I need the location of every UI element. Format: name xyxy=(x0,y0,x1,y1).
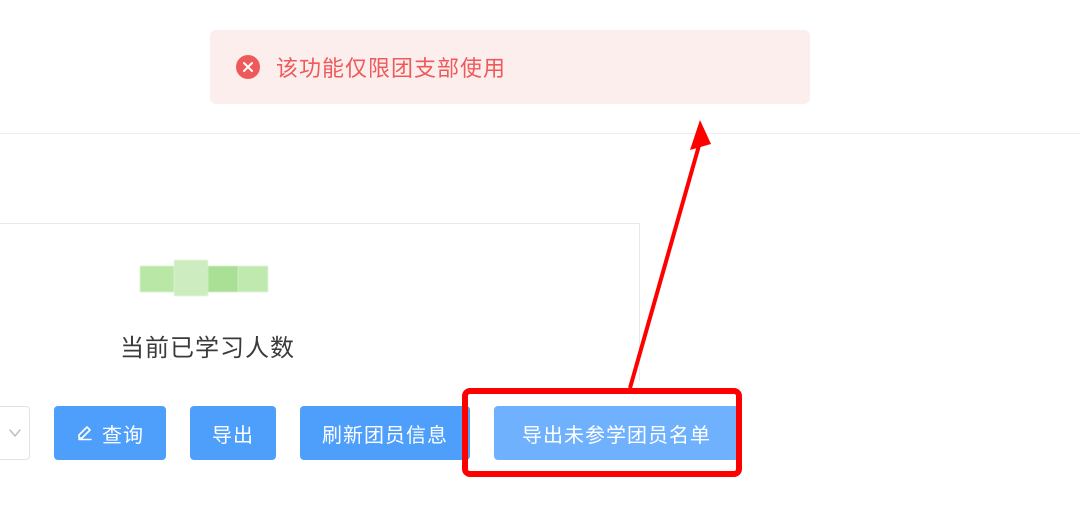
chevron-down-icon xyxy=(8,426,22,440)
stat-value-blurred xyxy=(140,260,270,300)
error-icon xyxy=(236,55,260,79)
card-border-top xyxy=(0,223,640,224)
export-button-label: 导出 xyxy=(212,419,254,448)
query-button-label: 查询 xyxy=(102,419,144,448)
card-border-right xyxy=(639,223,640,381)
pencil-icon xyxy=(76,424,94,442)
header-divider xyxy=(0,133,1080,134)
export-nonlearners-button-label: 导出未参学团员名单 xyxy=(522,419,711,448)
error-banner: 该功能仅限团支部使用 xyxy=(210,30,810,104)
stat-label: 当前已学习人数 xyxy=(120,328,295,363)
refresh-members-button[interactable]: 刷新团员信息 xyxy=(300,406,470,460)
error-text: 该功能仅限团支部使用 xyxy=(276,51,506,83)
export-button[interactable]: 导出 xyxy=(190,406,276,460)
query-button[interactable]: 查询 xyxy=(54,406,166,460)
button-row: 查询 导出 刷新团员信息 导出未参学团员名单 xyxy=(0,406,739,460)
filter-select-stub[interactable] xyxy=(0,406,30,460)
export-nonlearners-button[interactable]: 导出未参学团员名单 xyxy=(494,406,739,460)
refresh-members-button-label: 刷新团员信息 xyxy=(322,419,448,448)
